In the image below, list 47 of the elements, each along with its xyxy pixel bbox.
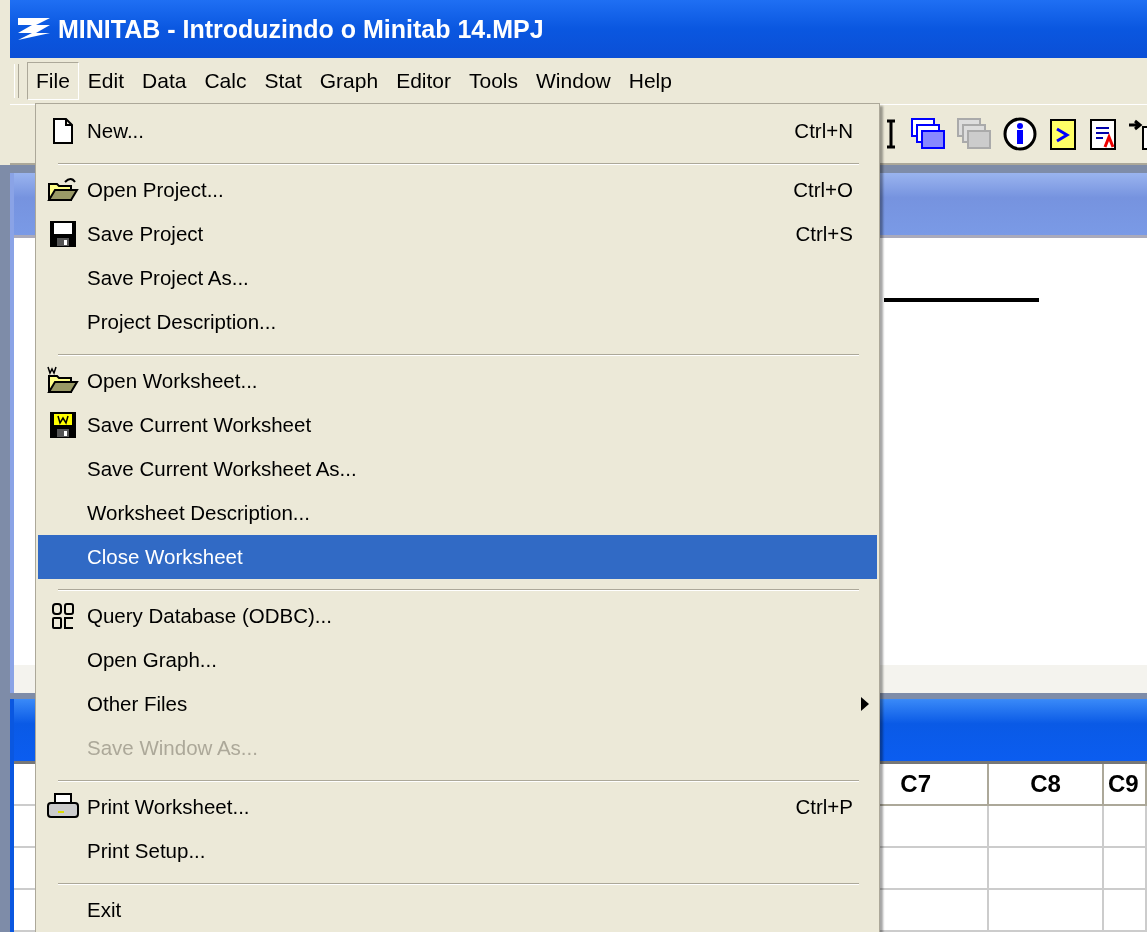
menu-bar-item[interactable]: Window [527, 62, 620, 100]
menu-item[interactable]: Print Worksheet... Ctrl+P [38, 785, 877, 829]
menu-bar-item[interactable]: Editor [387, 62, 460, 100]
report-icon[interactable] [1089, 117, 1117, 151]
printer-icon [45, 793, 80, 821]
menu-item[interactable]: Close Worksheet [38, 535, 877, 579]
menu-bar-item[interactable]: Graph [310, 62, 388, 100]
menu-item[interactable]: Open Graph... [38, 638, 877, 682]
table-cell[interactable] [1104, 848, 1147, 890]
folder-icon [46, 176, 79, 204]
menu-item[interactable]: Save Project Ctrl+S [38, 212, 877, 256]
menu-bar-item[interactable]: File [27, 62, 79, 100]
menu-bar-item[interactable]: Data [133, 62, 196, 100]
column-header: C8 [989, 764, 1104, 806]
menu-item[interactable]: New... Ctrl+N [38, 109, 877, 153]
menu-item[interactable]: Open Project... Ctrl+O [38, 168, 877, 212]
menu-item[interactable]: Other Files [38, 682, 877, 726]
menu-bar-item[interactable]: Calc [195, 62, 256, 100]
submenu-arrow-icon [861, 697, 869, 711]
blank-page-icon [51, 118, 74, 144]
menu-item[interactable]: Project Description... [38, 300, 877, 344]
table-cell[interactable] [1104, 806, 1147, 848]
menu-item[interactable]: Save Current Worksheet As... [38, 447, 877, 491]
menu-bar-item[interactable]: Stat [255, 62, 311, 100]
table-cell[interactable] [989, 848, 1104, 890]
menu-bar-item[interactable]: Edit [78, 62, 134, 100]
menu-item[interactable]: Save Current Worksheet [38, 403, 877, 447]
worksheet-folder-icon [46, 366, 79, 396]
graph-windows-icon[interactable] [957, 118, 991, 150]
menu-item[interactable]: Save Project As... [38, 256, 877, 300]
menu-item[interactable]: Exit [38, 888, 877, 932]
table-cell[interactable] [989, 806, 1104, 848]
table-cell[interactable] [989, 890, 1104, 932]
app-logo-icon [16, 15, 52, 43]
info-icon[interactable] [1003, 117, 1037, 151]
menu-bar-item[interactable]: Help [619, 62, 681, 100]
window-title: MINITAB - Introduzindo o Minitab 14.MPJ [58, 14, 544, 44]
menu-item[interactable]: Worksheet Description... [38, 491, 877, 535]
menu-item[interactable]: Print Setup... [38, 829, 877, 873]
table-cell[interactable] [1104, 890, 1147, 932]
database-grid-icon [50, 602, 75, 630]
column-header: C9 [1104, 764, 1147, 806]
menu-item[interactable]: Query Database (ODBC)... [38, 594, 877, 638]
notepad-icon[interactable] [1049, 117, 1077, 151]
menu-bar-item[interactable]: Tools [460, 62, 528, 100]
menu-item[interactable]: Open Worksheet... [38, 359, 877, 403]
windows-icon[interactable] [911, 118, 945, 150]
